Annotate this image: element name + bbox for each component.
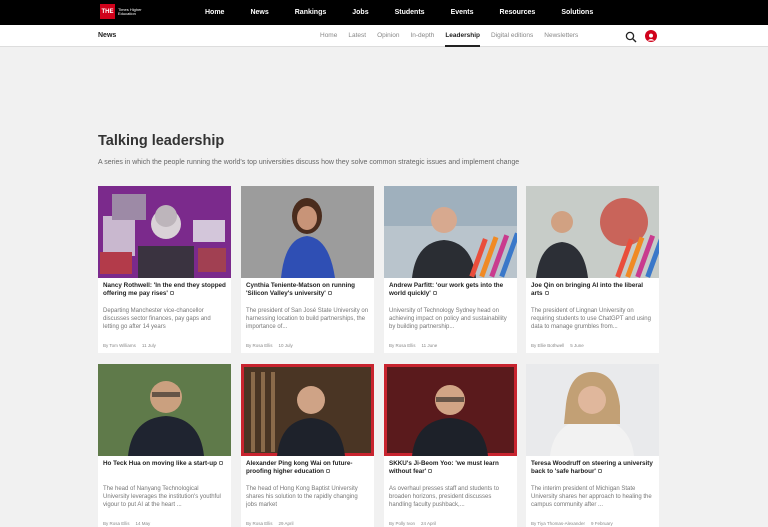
article-title[interactable]: Cynthia Teniente-Matson on running 'Sili… [246,282,369,306]
article-card[interactable]: Alexander Ping kong Wai on future-proofi… [241,364,374,527]
article-author[interactable]: By Rosa Ellis [246,521,273,526]
section-tabs: Home Latest Opinion In-depth Leadership … [320,25,589,47]
article-date: 24 April [421,521,437,526]
lock-icon [544,291,549,296]
article-summary: The president of Lingnan University on r… [531,308,651,330]
article-date: 9 February [590,521,613,526]
article-summary: The president of San José State Universi… [246,308,369,330]
article-thumbnail[interactable] [98,186,231,278]
article-title-text: SKKU's Ji-Beom Yoo: 'we must learn witho… [389,460,499,475]
main-menu: Home News Rankings Jobs Students Events … [205,0,619,25]
nav-home[interactable]: Home [205,9,224,16]
article-summary: As overhaul presses staff and students t… [389,486,499,508]
tab-latest[interactable]: Latest [348,25,366,47]
nav-rankings[interactable]: Rankings [295,9,327,16]
lock-icon [169,291,174,296]
article-title-text: Teresa Woodruff on steering a university… [531,460,653,475]
article-thumbnail[interactable] [98,364,231,456]
article-author[interactable]: By Rosa Ellis [246,343,273,348]
nav-jobs[interactable]: Jobs [352,9,368,16]
nav-news[interactable]: News [250,9,268,16]
lock-icon [326,469,331,474]
tab-home[interactable]: Home [320,25,337,47]
article-meta: By Rosa Ellis 29 April [246,521,369,526]
lock-icon [428,469,433,474]
article-title[interactable]: Nancy Rothwell: 'In the end they stopped… [103,282,226,306]
article-title-text: Andrew Parfitt: 'our work gets into the … [389,282,504,297]
article-meta: By Tiya Thomas-Alexander 9 February [531,521,654,526]
article-card[interactable]: Teresa Woodruff on steering a university… [526,364,659,527]
article-date: 29 April [278,521,294,526]
article-card[interactable]: Cynthia Teniente-Matson on running 'Sili… [241,186,374,353]
the-logo[interactable]: THE Times Higher Education [100,4,144,19]
nav-events[interactable]: Events [451,9,474,16]
section-title: News [98,32,117,39]
article-date: 14 May [135,521,151,526]
lock-icon [432,291,437,296]
article-date: 11 June [421,343,438,348]
user-account-icon[interactable] [645,30,657,42]
logo-text: Times Higher Education [118,6,142,16]
article-title-text: Nancy Rothwell: 'In the end they stopped… [103,282,226,297]
article-title[interactable]: Andrew Parfitt: 'our work gets into the … [389,282,512,306]
article-author[interactable]: By Ellie Bothwell [531,343,564,348]
tab-in-depth[interactable]: In-depth [410,25,434,47]
article-meta: By Rosa Ellis 10 July [246,343,369,348]
article-title[interactable]: Teresa Woodruff on steering a university… [531,460,654,484]
article-author[interactable]: By Rosa Ellis [103,521,130,526]
top-navigation-bar: THE Times Higher Education Home News Ran… [0,0,768,25]
article-date: 10 July [278,343,293,348]
article-title[interactable]: SKKU's Ji-Beom Yoo: 'we must learn witho… [389,460,512,484]
article-card[interactable]: Andrew Parfitt: 'our work gets into the … [384,186,517,353]
nav-solutions[interactable]: Solutions [561,9,593,16]
article-thumbnail[interactable] [526,186,659,278]
article-thumbnail[interactable] [384,186,517,278]
article-summary: The head of Hong Kong Baptist University… [246,486,358,508]
article-title[interactable]: Ho Teck Hua on moving like a start-up [103,460,226,484]
article-author[interactable]: By Rosa Ellis [389,343,416,348]
article-meta: By Rosa Ellis 11 June [389,343,512,348]
tab-digital-editions[interactable]: Digital editions [491,25,533,47]
lock-icon [597,469,602,474]
search-icon[interactable] [625,30,637,43]
article-title-text: Cynthia Teniente-Matson on running 'Sili… [246,282,356,297]
tab-leadership[interactable]: Leadership [445,25,480,47]
article-author[interactable]: By Tiya Thomas-Alexander [531,521,585,526]
article-thumbnail[interactable] [241,364,374,456]
article-card[interactable]: SKKU's Ji-Beom Yoo: 'we must learn witho… [384,364,517,527]
article-meta: By Tom Williams 11 July [103,343,226,348]
tab-opinion[interactable]: Opinion [377,25,399,47]
article-summary: Departing Manchester vice-chancellor dis… [103,308,211,330]
tab-newsletters[interactable]: Newsletters [544,25,578,47]
article-author[interactable]: By Polly Ivon [389,521,415,526]
article-meta: By Rosa Ellis 14 May [103,521,226,526]
article-card[interactable]: Joe Qin on bringing AI into the liberal … [526,186,659,353]
nav-students[interactable]: Students [395,9,425,16]
article-meta: By Polly Ivon 24 April [389,521,512,526]
article-title[interactable]: Joe Qin on bringing AI into the liberal … [531,282,654,306]
header-actions [625,30,657,43]
article-thumbnail[interactable] [384,364,517,456]
article-title-text: Alexander Ping kong Wai on future-proofi… [246,460,353,475]
article-meta: By Ellie Bothwell 5 June [531,343,654,348]
article-summary: The interim president of Michigan State … [531,486,652,508]
article-title-text: Ho Teck Hua on moving like a start-up [103,460,217,467]
article-summary: The head of Nanyang Technological Univer… [103,486,221,508]
lock-icon [327,291,332,296]
article-author[interactable]: By Tom Williams [103,343,136,348]
lock-icon [218,461,223,466]
article-thumbnail[interactable] [526,364,659,456]
article-date: 5 June [570,343,584,348]
nav-resources[interactable]: Resources [500,9,536,16]
article-card[interactable]: Ho Teck Hua on moving like a start-up Th… [98,364,231,527]
page-description: A series in which the people running the… [98,159,520,166]
logo-mark: THE [100,4,115,19]
article-title[interactable]: Alexander Ping kong Wai on future-proofi… [246,460,369,484]
article-date: 11 July [141,343,156,348]
page-title: Talking leadership [98,133,225,149]
section-subnav-bar: News Home Latest Opinion In-depth Leader… [0,25,768,47]
article-summary: University of Technology Sydney head on … [389,308,507,330]
article-card[interactable]: Nancy Rothwell: 'In the end they stopped… [98,186,231,353]
article-thumbnail[interactable] [241,186,374,278]
